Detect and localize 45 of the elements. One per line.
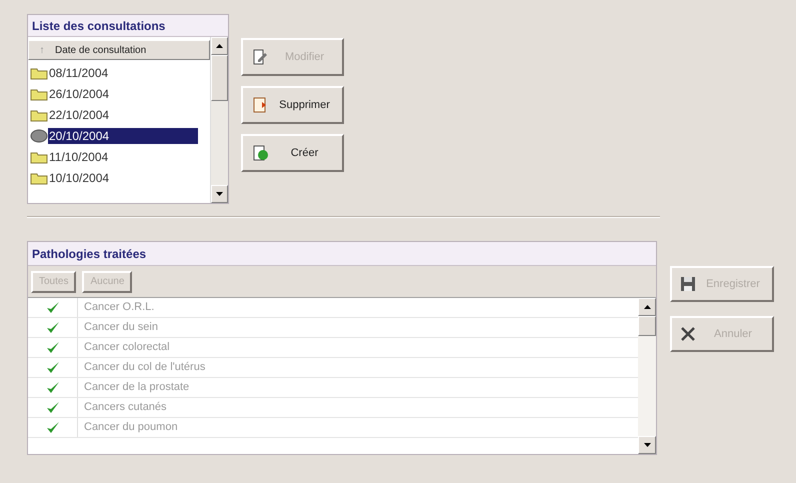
- table-cell-text: Cancer O.R.L.: [83, 300, 156, 315]
- sort-icon: ↑: [29, 42, 55, 58]
- column-label: Date de consultation: [55, 44, 146, 58]
- create-button[interactable]: Créer: [241, 134, 344, 172]
- checkmark-icon[interactable]: [46, 381, 60, 394]
- scroll-down-icon[interactable]: [644, 443, 650, 447]
- document-pencil-icon: [251, 48, 269, 66]
- checkmark-icon[interactable]: [46, 321, 60, 334]
- date-item[interactable]: 11/10/2004: [48, 148, 198, 164]
- folder-icon: [30, 66, 48, 80]
- checkmark-icon[interactable]: [46, 361, 60, 374]
- scroll-up-icon[interactable]: [216, 44, 223, 48]
- checkmark-icon[interactable]: [46, 341, 60, 354]
- scroll-thumb[interactable]: [638, 316, 656, 336]
- document-add-icon: [251, 144, 269, 162]
- folder-icon: [30, 170, 48, 184]
- folder-icon: [30, 150, 48, 164]
- save-icon: [680, 276, 696, 292]
- scrollbar[interactable]: [638, 298, 656, 454]
- table-cell-text: Cancer du poumon: [83, 420, 179, 435]
- table-cell-text: Cancer colorectal: [83, 340, 171, 355]
- column-header[interactable]: ↑ Date de consultation: [28, 40, 210, 60]
- date-item[interactable]: 10/10/2004: [48, 170, 198, 186]
- table-cell-text: Cancers cutanés: [83, 400, 168, 415]
- close-icon: [680, 326, 696, 342]
- date-item[interactable]: 22/10/2004: [48, 106, 198, 122]
- disc-icon: [30, 128, 48, 142]
- scrollbar[interactable]: [210, 37, 228, 203]
- scroll-down-icon[interactable]: [216, 192, 223, 196]
- date-item[interactable]: 08/11/2004: [48, 64, 198, 80]
- folder-icon: [30, 108, 48, 122]
- table-cell-text: Cancer de la prostate: [83, 380, 190, 395]
- panel-title: Liste des consultations: [28, 15, 228, 37]
- date-item[interactable]: 20/10/2004: [48, 128, 198, 144]
- scroll-thumb[interactable]: [211, 55, 228, 101]
- checkmark-icon[interactable]: [46, 401, 60, 414]
- delete-button[interactable]: Supprimer: [241, 86, 344, 124]
- scroll-up-icon[interactable]: [644, 305, 650, 309]
- date-item[interactable]: 26/10/2004: [48, 86, 198, 102]
- table-cell-text: Cancer du sein: [83, 320, 159, 335]
- folder-icon: [30, 86, 48, 100]
- table-cell-text: Cancer du col de l'utérus: [83, 360, 206, 375]
- checkmark-icon[interactable]: [46, 421, 60, 434]
- checkmark-icon[interactable]: [46, 301, 60, 314]
- panel-title: Pathologies traitées: [28, 242, 656, 266]
